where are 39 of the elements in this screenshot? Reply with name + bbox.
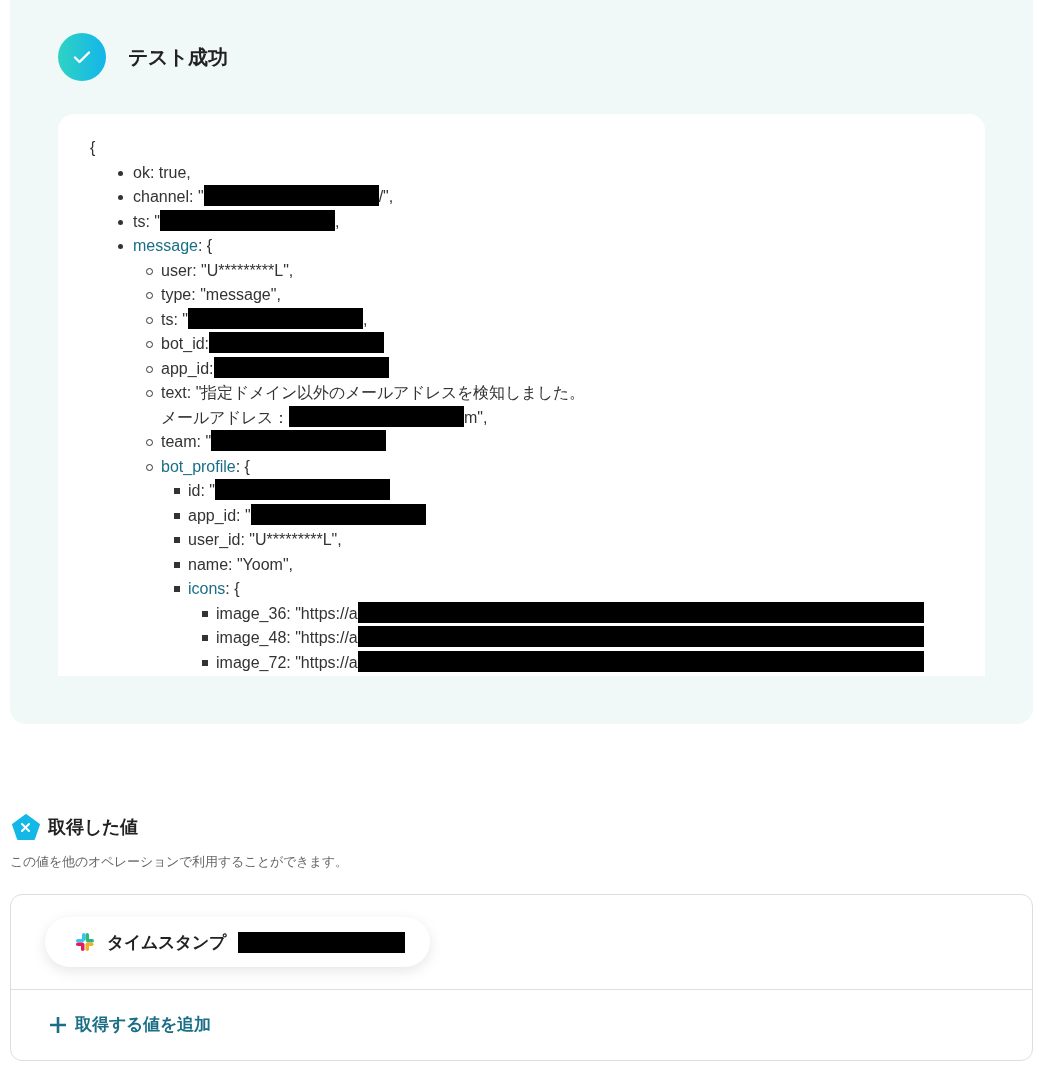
json-line: bot_profile: { bbox=[161, 456, 250, 477]
json-line: message: { bbox=[133, 236, 213, 256]
json-line: channel: " bbox=[133, 187, 204, 207]
json-line: name: "Yoom", bbox=[188, 554, 294, 575]
slack-icon bbox=[75, 932, 95, 952]
json-line: text: "指定ドメイン以外のメールアドレスを検知しました。 bbox=[161, 383, 586, 403]
value-chip[interactable]: タイムスタンプ bbox=[45, 917, 430, 967]
json-line: app_id: bbox=[161, 358, 214, 379]
json-line: user_id: "U*********L", bbox=[188, 530, 342, 550]
result-title: テスト成功 bbox=[128, 44, 228, 70]
json-line: type: "message", bbox=[161, 285, 281, 305]
json-line: bot_id: bbox=[161, 334, 210, 354]
json-line: image_72: "https://a bbox=[216, 652, 358, 673]
add-value-button[interactable]: 取得する値を追加 bbox=[49, 1013, 211, 1036]
json-line: app_id: " bbox=[188, 505, 251, 526]
json-line: ok: true, bbox=[133, 162, 191, 183]
json-line: icons: { bbox=[188, 579, 240, 599]
json-line: { bbox=[90, 139, 96, 156]
plus-icon bbox=[49, 1015, 67, 1034]
json-line: team: " bbox=[161, 432, 212, 452]
bullet-dot bbox=[118, 195, 123, 200]
json-line: ts: " bbox=[133, 211, 160, 232]
check-icon bbox=[58, 33, 106, 81]
json-line: image_48: "https://a bbox=[216, 628, 358, 648]
bullet-dot bbox=[118, 170, 123, 176]
section-title: 取得した値 bbox=[48, 816, 138, 839]
bullet-dot bbox=[118, 219, 123, 225]
variable-icon bbox=[12, 814, 40, 840]
json-line: メールアドレス： bbox=[161, 407, 289, 428]
json-line: image_36: "https://a bbox=[216, 603, 358, 624]
json-line: ts: " bbox=[161, 309, 188, 330]
bullet-dot bbox=[118, 244, 123, 249]
json-line: /", bbox=[378, 187, 394, 207]
json-line: , bbox=[335, 211, 340, 232]
json-line: user: "U*********L", bbox=[161, 260, 294, 281]
json-line: , bbox=[363, 309, 368, 330]
section-description: この値を他のオペレーションで利用することができます。 bbox=[10, 853, 349, 871]
json-line: m", bbox=[464, 407, 488, 428]
json-line: id: " bbox=[188, 481, 216, 501]
